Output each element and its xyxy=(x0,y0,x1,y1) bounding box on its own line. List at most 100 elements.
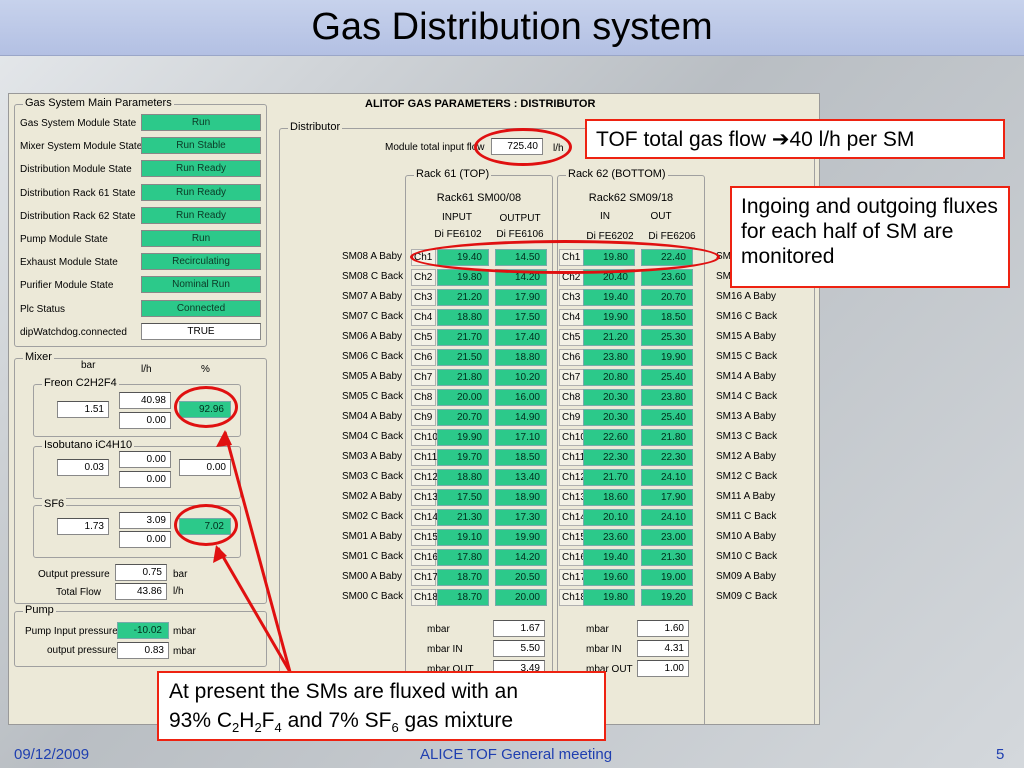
rack61-output-cell: 17.40 xyxy=(495,329,547,346)
sm-label-left: SM00 C Back xyxy=(342,591,404,602)
rack61-output-cell: 14.90 xyxy=(495,409,547,426)
rack61-input-cell: 20.00 xyxy=(437,389,489,406)
mixer-col-lh: l/h xyxy=(141,364,152,375)
freon-flow-secondary: 0.00 xyxy=(119,412,171,429)
sm-label-right: SM10 A Baby xyxy=(716,531,777,542)
isobutane-title: Isobutano iC4H10 xyxy=(42,439,135,451)
sm-label-left: SM01 A Baby xyxy=(342,531,403,542)
gsmp-row-value: TRUE xyxy=(141,322,261,340)
rack61-input-cell: 18.80 xyxy=(437,309,489,326)
sm-label-left: SM07 C Back xyxy=(342,311,404,322)
rack62-input-cell: 23.80 xyxy=(583,349,635,366)
rack62-output-cell: 25.40 xyxy=(641,409,693,426)
rack62-title: Rack 62 (BOTTOM) xyxy=(566,168,668,180)
channel-label-r61: Ch10 xyxy=(411,429,438,446)
rack62-input-cell: 19.60 xyxy=(583,569,635,586)
rack62-output-cell: 23.80 xyxy=(641,389,693,406)
channel-label-r61: Ch8 xyxy=(411,389,436,406)
channel-label-r61: Ch7 xyxy=(411,369,436,386)
sm-label-left: SM02 A Baby xyxy=(342,491,403,502)
pump-title: Pump xyxy=(23,604,56,616)
sm-label-left: SM06 C Back xyxy=(342,351,404,362)
gsmp-row-label: Pump Module State xyxy=(20,234,108,245)
footer-page-number: 5 xyxy=(996,746,1005,763)
sm-label-left: SM02 C Back xyxy=(342,511,404,522)
rack61-output-cell: 17.90 xyxy=(495,289,547,306)
gsmp-row-label: Distribution Rack 62 State xyxy=(20,210,136,222)
mixture-callout-line1: At present the SMs are fluxed with an xyxy=(169,680,519,703)
mixer-col-bar: bar xyxy=(81,360,96,371)
freon-title: Freon C2H2F4 xyxy=(42,377,119,389)
channel-label-r61: Ch12 xyxy=(411,469,438,486)
rack61-input-cell: 19.80 xyxy=(437,269,489,286)
rack61-input-cell: 21.50 xyxy=(437,349,489,366)
sm-label-right: SM11 A Baby xyxy=(716,491,776,502)
sm-label-left: SM06 A Baby xyxy=(342,331,403,342)
freon-percent-highlight-ellipse xyxy=(174,386,238,428)
module-input-flow-label: Module total input flow xyxy=(385,142,485,153)
rack62-output-cell: 21.80 xyxy=(641,429,693,446)
pump-output-pressure-value: 0.83 xyxy=(117,642,169,659)
rack62-input-header: IN xyxy=(600,211,610,222)
pump-input-pressure-unit: mbar xyxy=(173,626,196,637)
rack62-input-cell: 20.30 xyxy=(583,409,635,426)
output-pressure-value: 0.75 xyxy=(115,564,167,581)
freon-bar-value: 1.51 xyxy=(57,401,109,418)
rack61-title: Rack 61 (TOP) xyxy=(414,168,492,180)
rack62-output-id: Di FE6206 xyxy=(648,231,696,242)
rack62-output-cell: 17.90 xyxy=(641,489,693,506)
channel-label-r61: Ch2 xyxy=(411,269,436,286)
channel-label-r61: Ch5 xyxy=(411,329,436,346)
sf6-title: SF6 xyxy=(42,498,67,510)
sm-label-right: SM12 C Back xyxy=(716,471,778,482)
output-pressure-label: Output pressure xyxy=(38,569,110,580)
rack62-input-cell: 19.40 xyxy=(583,289,635,306)
gsmp-row-label: dipWatchdog.connected xyxy=(20,326,127,338)
rack62-input-cell: 21.20 xyxy=(583,329,635,346)
mixture-callout: At present the SMs are fluxed with an 93… xyxy=(157,671,606,741)
gsmp-row-label: Distribution Rack 61 State xyxy=(20,187,136,199)
mixer-title: Mixer xyxy=(23,351,54,363)
rack61-output-cell: 17.10 xyxy=(495,429,547,446)
sf6-flow-value: 3.09 xyxy=(119,512,171,529)
rack62-input-cell: 19.90 xyxy=(583,309,635,326)
rack61-mbar-label: mbar xyxy=(427,624,450,635)
rack61-output-cell: 18.50 xyxy=(495,449,547,466)
rack62-input-cell: 19.40 xyxy=(583,549,635,566)
pump-output-pressure-label: output pressure xyxy=(47,645,117,656)
rack61-input-cell: 19.90 xyxy=(437,429,489,446)
gsmp-row-value: Nominal Run xyxy=(141,276,261,294)
channel-label-r61: Ch15 xyxy=(411,529,438,546)
rack61-output-cell: 18.80 xyxy=(495,349,547,366)
gsmp-row-value: Run Ready xyxy=(141,183,261,201)
rack61-output-cell: 16.00 xyxy=(495,389,547,406)
rack61-input-cell: 19.70 xyxy=(437,449,489,466)
gsmp-row-value: Connected xyxy=(141,299,261,317)
sm-label-left: SM01 C Back xyxy=(342,551,404,562)
sm-label-right: SM xyxy=(716,271,731,282)
rack62-input-cell: 20.80 xyxy=(583,369,635,386)
gsmp-row-value: Run xyxy=(141,230,261,247)
rack62-output-cell: 19.90 xyxy=(641,349,693,366)
freon-flow-value: 40.98 xyxy=(119,392,171,409)
rack61-output-cell: 20.00 xyxy=(495,589,547,606)
gsmp-row-label: Gas System Module State xyxy=(20,118,137,129)
gsmp-row-label: Exhaust Module State xyxy=(20,257,118,269)
sm-label-right: SM16 C Back xyxy=(716,311,778,322)
output-pressure-unit: bar xyxy=(173,569,188,580)
rack61-output-id: Di FE6106 xyxy=(496,229,544,240)
module-flow-highlight-ellipse xyxy=(474,128,572,166)
rack61-input-header: INPUT xyxy=(442,212,472,223)
isobutane-bar-value: 0.03 xyxy=(57,459,109,476)
rack62-mbar-in-label: mbar IN xyxy=(586,644,622,655)
rack62-mbar-in-value: 4.31 xyxy=(637,640,689,657)
rack62-output-cell: 19.20 xyxy=(641,589,693,606)
rack62-input-cell: 20.30 xyxy=(583,389,635,406)
gas-parameters-panel: ALITOF GAS PARAMETERS : DISTRIBUTOR Gas … xyxy=(8,93,820,725)
rack61-input-cell: 21.20 xyxy=(437,289,489,306)
pump-input-pressure-value: -10.02 xyxy=(117,622,169,639)
rack61-mbar-in-value: 5.50 xyxy=(493,640,545,657)
channel-label-r61: Ch13 xyxy=(411,489,438,506)
rack62-input-cell: 19.80 xyxy=(583,589,635,606)
rack62-output-cell: 23.60 xyxy=(641,269,693,286)
